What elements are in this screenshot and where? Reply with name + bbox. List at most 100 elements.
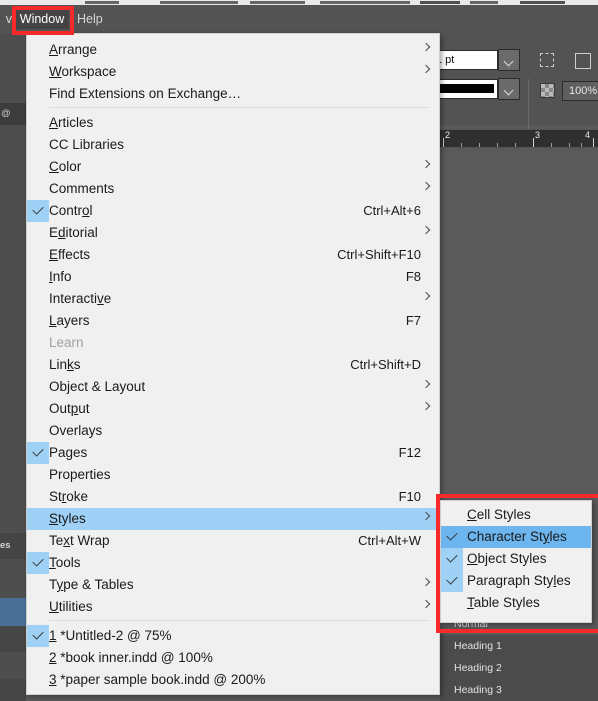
menu-item-utilities[interactable]: Utilities [27, 596, 439, 618]
chevron-right-icon [421, 159, 431, 169]
menu-item-links-shortcut: Ctrl+Shift+D [350, 357, 421, 372]
menu-item-workspace[interactable]: Workspace [27, 61, 439, 83]
ruler-mark-2: 2 [445, 130, 451, 140]
menu-item-comments[interactable]: Comments [27, 178, 439, 200]
chevron-right-icon [421, 64, 431, 74]
styles-submenu: Cell Styles Character Styles Object Styl… [440, 500, 592, 623]
menu-item-effects[interactable]: Effects Ctrl+Shift+F10 [27, 244, 439, 266]
menu-item-check-gutter [27, 178, 49, 200]
menu-item-editorial[interactable]: Editorial [27, 222, 439, 244]
menu-item-cc-libraries[interactable]: CC Libraries [27, 134, 439, 156]
menu-item-properties[interactable]: Properties [27, 464, 439, 486]
opacity-field[interactable]: 100% [562, 81, 598, 101]
menu-item-arrange[interactable]: Arrange [27, 39, 439, 61]
menu-item-check-gutter [27, 222, 49, 244]
window-dropdown-menu: Arrange Workspace Find Extensions on Exc… [26, 33, 440, 695]
menu-item-check-gutter [27, 134, 49, 156]
opacity-value: 100% [569, 85, 598, 97]
stroke-style-field[interactable] [430, 79, 498, 99]
submenu-item-check-gutter [441, 504, 463, 526]
container-icon[interactable] [575, 53, 591, 69]
menu-item-control[interactable]: Control Ctrl+Alt+6 [27, 200, 439, 222]
frame-fitting-icon[interactable] [540, 53, 554, 67]
menu-item-info[interactable]: Info F8 [27, 266, 439, 288]
stroke-weight-dropdown[interactable] [498, 49, 520, 71]
menu-item-pages[interactable]: Pages F12 [27, 442, 439, 464]
menu-item-check-gutter [27, 486, 49, 508]
stroke-style-dropdown[interactable] [498, 78, 520, 100]
chevron-right-icon [421, 511, 431, 521]
submenu-item-cell-styles[interactable]: Cell Styles [441, 504, 591, 526]
menu-item-find-extensions-label: Find Extensions on Exchange… [49, 86, 242, 101]
menu-item-stroke[interactable]: Stroke F10 [27, 486, 439, 508]
menu-separator [49, 107, 429, 108]
menu-item-type-tables[interactable]: Type & Tables [27, 574, 439, 596]
menu-item-document-3[interactable]: 3 *paper sample book.indd @ 200% [27, 669, 439, 691]
styles-panel-row[interactable]: Heading 3 [440, 679, 598, 701]
menu-item-document-2[interactable]: 2 *book inner.indd @ 100% [27, 647, 439, 669]
menu-item-check-gutter [27, 61, 49, 83]
left-dock-tab-label[interactable]: es [0, 540, 11, 551]
menu-item-learn-label: Learn [49, 335, 84, 350]
menu-item-check-gutter [27, 552, 49, 574]
menu-item-overlays-label: Overlays [49, 423, 103, 438]
chevron-right-icon [421, 599, 431, 609]
menu-item-text-wrap-shortcut: Ctrl+Alt+W [358, 533, 421, 548]
menu-item-layers-shortcut: F7 [405, 313, 421, 328]
styles-panel-row[interactable]: Heading 1 [440, 635, 598, 658]
submenu-item-check-gutter [441, 592, 463, 614]
menu-item-check-gutter [27, 530, 49, 552]
left-dock: @ es ard [0, 33, 26, 701]
submenu-item-check-gutter [441, 570, 463, 592]
submenu-item-object-styles[interactable]: Object Styles [441, 548, 591, 570]
menu-item-check-gutter [27, 83, 49, 105]
menu-item-find-extensions[interactable]: Find Extensions on Exchange… [27, 83, 439, 105]
styles-panel: Normal Heading 1 Heading 2 Heading 3 [440, 613, 598, 701]
menu-item-overlays[interactable]: Overlays [27, 420, 439, 442]
ruler-mark-4: 4 [585, 130, 591, 140]
styles-panel-row[interactable]: Heading 2 [440, 657, 598, 680]
menubar-item-view-partial[interactable]: v [0, 10, 12, 29]
submenu-item-check-gutter [441, 526, 463, 548]
menu-item-object-layout[interactable]: Object & Layout [27, 376, 439, 398]
styles-panel-row-label: Heading 2 [454, 662, 502, 674]
menu-item-layers[interactable]: Layers F7 [27, 310, 439, 332]
menu-item-articles[interactable]: Articles [27, 112, 439, 134]
horizontal-ruler: 2 3 4 [440, 129, 598, 148]
chevron-right-icon [421, 225, 431, 235]
chevron-right-icon [421, 401, 431, 411]
stroke-weight-field[interactable]: 1 pt [430, 50, 498, 70]
menu-item-check-gutter [27, 596, 49, 618]
transparency-checker-icon[interactable] [540, 83, 555, 98]
menu-bar: v Window Help [0, 5, 598, 33]
app-window: v Window Help 1 pt fx 100% 2 [0, 0, 598, 701]
menu-separator [49, 620, 429, 621]
menu-item-check-gutter [27, 464, 49, 486]
menu-item-control-shortcut: Ctrl+Alt+6 [363, 203, 421, 218]
menu-item-check-gutter [27, 398, 49, 420]
menu-item-check-gutter [27, 508, 49, 530]
submenu-item-character-styles[interactable]: Character Styles [441, 526, 591, 548]
menu-item-check-gutter [27, 669, 49, 691]
menu-item-check-gutter [27, 266, 49, 288]
menu-item-info-shortcut: F8 [405, 269, 421, 284]
dock-glyph-at: @ [1, 108, 11, 119]
menu-item-output[interactable]: Output [27, 398, 439, 420]
submenu-item-paragraph-styles[interactable]: Paragraph Styles [441, 570, 591, 592]
chevron-right-icon [421, 577, 431, 587]
menubar-item-help[interactable]: Help [77, 10, 103, 29]
stroke-style-swatch [434, 84, 494, 93]
submenu-item-table-styles[interactable]: Table Styles [441, 592, 591, 614]
menubar-item-window[interactable]: Window [15, 10, 69, 29]
menu-item-color[interactable]: Color [27, 156, 439, 178]
menu-item-links[interactable]: Links Ctrl+Shift+D [27, 354, 439, 376]
menu-item-tools[interactable]: Tools [27, 552, 439, 574]
menu-item-text-wrap[interactable]: Text Wrap Ctrl+Alt+W [27, 530, 439, 552]
menu-item-styles[interactable]: Styles [27, 508, 439, 530]
menu-item-check-gutter [27, 112, 49, 134]
menu-item-interactive[interactable]: Interactive [27, 288, 439, 310]
menu-item-cc-libraries-label: CC Libraries [49, 137, 125, 152]
menu-item-comments-label: Comments [49, 181, 115, 196]
menu-item-document-1[interactable]: 1 *Untitled-2 @ 75% [27, 625, 439, 647]
menu-item-check-gutter [27, 244, 49, 266]
